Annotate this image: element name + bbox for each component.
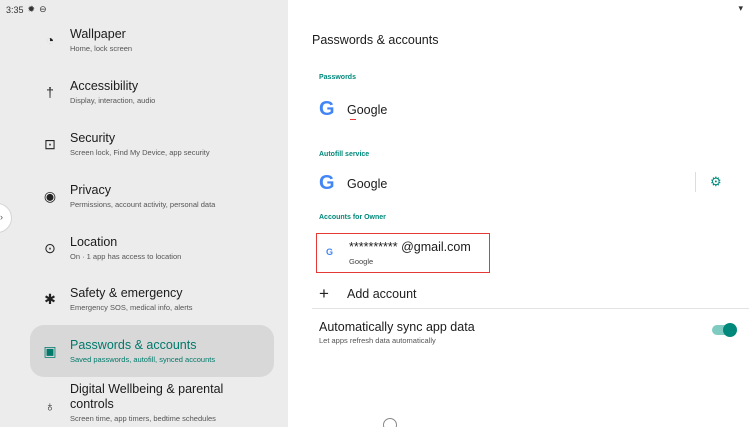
sidebar-item-title: Security [70,131,116,145]
sidebar-item-accessibility[interactable]: † Accessibility Display, interaction, au… [30,66,274,118]
key-icon: ▣ [43,342,57,359]
passwords-google-row[interactable]: G Google [319,98,387,121]
google-icon: G [319,172,335,194]
location-pin-icon: ⊙ [44,239,56,256]
sidebar-item-title: Location [70,235,118,249]
gear-icon[interactable]: ⚙ [710,174,722,190]
status-time: 3:35 [6,4,24,15]
sidebar-item-title: Digital Wellbeing & parental controls [70,382,224,411]
accessibility-icon: † [46,84,54,100]
autofill-provider-label: Google [347,176,388,191]
sync-title: Automatically sync app data [319,320,475,334]
sidebar-item-subtitle: Display, interaction, audio [70,96,156,105]
chevron-right-icon: › [0,212,3,222]
plus-icon: + [319,284,329,303]
passwords-provider-label: Google [347,102,388,117]
home-indicator [383,418,397,427]
palette-icon: ◔ [45,32,55,48]
section-header-passwords: Passwords [319,74,356,81]
settings-sidebar: 3:35 ✹ ⊖ › ◔ Wallpaper Home, lock screen… [0,0,288,427]
sidebar-collapse-handle[interactable]: › [0,203,12,233]
sidebar-item-wallpaper[interactable]: ◔ Wallpaper Home, lock screen [30,14,274,66]
google-icon: G [319,98,335,120]
wellbeing-icon: ♁ [44,398,56,414]
asterisk-icon: ✱ [44,290,56,307]
section-header-autofill: Autofill service [319,151,370,158]
sync-subtitle: Let apps refresh data automatically [319,336,436,345]
divider [312,308,749,309]
sidebar-item-subtitle: Screen lock, Find My Device, app securit… [70,148,210,157]
toggle-knob [723,323,737,337]
sidebar-item-safety[interactable]: ✱ Safety & emergency Emergency SOS, medi… [30,273,274,325]
gear-icon: ✹ [27,4,36,14]
privacy-eye-icon: ◉ [43,187,57,204]
sidebar-item-title: Wallpaper [70,27,126,41]
sidebar-item-subtitle: Home, lock screen [70,44,133,53]
divider [695,172,696,192]
sidebar-item-subtitle: Permissions, account activity, personal … [70,200,216,209]
add-account-label: Add account [347,287,417,301]
autofill-google-row[interactable]: G Google [319,172,387,195]
add-account-button[interactable]: + Add account [319,284,417,304]
sidebar-item-title: Safety & emergency [70,286,183,300]
account-email: ********** @gmail.com [349,240,471,254]
wifi-icon: ▾ [738,3,743,13]
sidebar-item-subtitle: Emergency SOS, medical info, alerts [70,303,193,312]
auto-sync-toggle[interactable] [712,323,737,337]
page-title: Passwords & accounts [312,33,439,47]
sidebar-item-subtitle: Screen time, app timers, bedtime schedul… [70,414,216,423]
sidebar-item-title: Accessibility [70,79,139,93]
sidebar-item-location[interactable]: ⊙ Location On · 1 app has access to loca… [30,222,274,274]
section-header-accounts: Accounts for Owner [319,214,386,221]
passwords-accounts-page: ▾ Passwords & accounts Passwords G Googl… [288,0,749,427]
sidebar-item-digital-wellbeing[interactable]: ♁ Digital Wellbeing & parental controls … [30,382,274,427]
google-icon: G [326,247,334,257]
sidebar-item-subtitle: On · 1 app has access to location [70,252,182,261]
sidebar-item-security[interactable]: ⊡ Security Screen lock, Find My Device, … [30,118,274,170]
account-provider: Google [349,257,374,266]
lock-icon: ⊡ [44,135,56,152]
sidebar-item-passwords-accounts[interactable]: ▣ Passwords & accounts Saved passwords, … [30,325,274,377]
sidebar-item-subtitle: Saved passwords, autofill, synced accoun… [70,355,216,364]
warning-underline [350,119,356,120]
google-account-row[interactable]: G ********** @gmail.com Google [316,233,490,273]
sidebar-item-title: Passwords & accounts [70,338,197,352]
sidebar-item-title: Privacy [70,183,111,197]
sidebar-item-privacy[interactable]: ◉ Privacy Permissions, account activity,… [30,170,274,222]
